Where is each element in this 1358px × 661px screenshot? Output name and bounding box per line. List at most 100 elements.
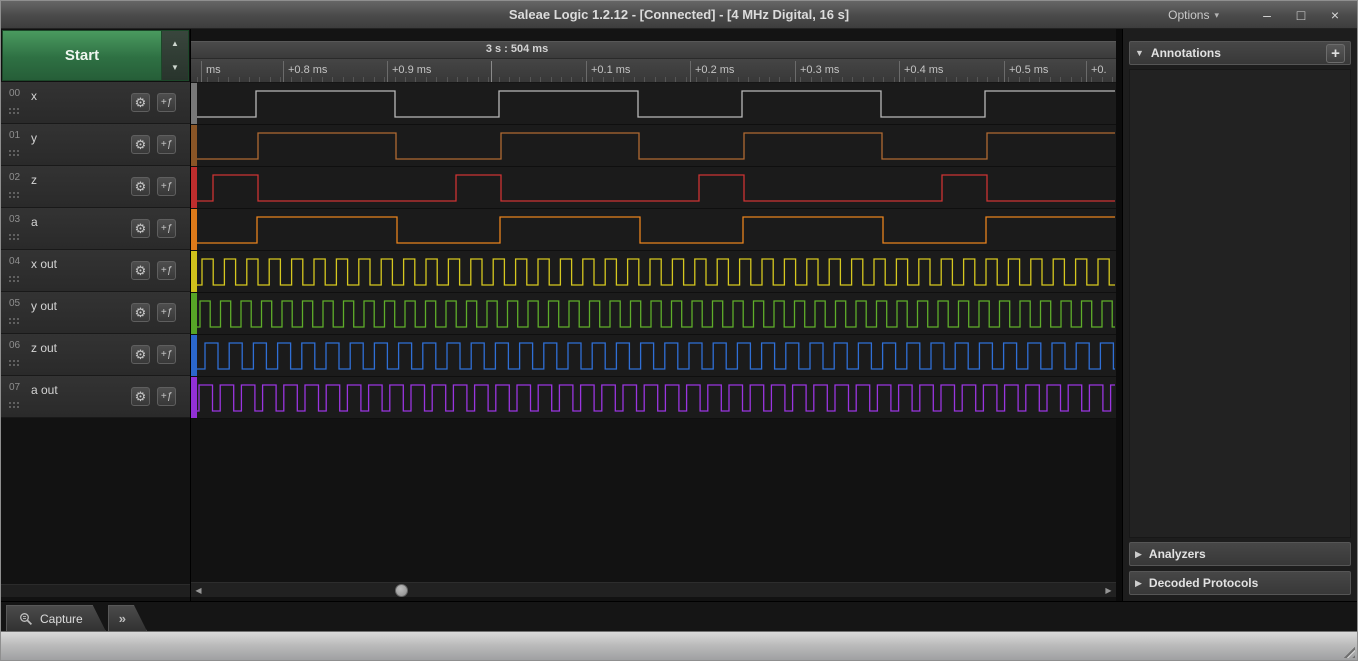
minor-tick xyxy=(675,77,677,82)
minor-tick xyxy=(342,77,344,82)
minor-tick xyxy=(893,77,895,82)
minor-tick xyxy=(1081,77,1082,82)
waveform-row[interactable] xyxy=(191,125,1116,167)
timeline-tick xyxy=(387,61,388,82)
resize-grip-icon[interactable] xyxy=(1341,644,1355,658)
channel-trigger-button[interactable]: +ƒ xyxy=(157,177,176,196)
minor-tick xyxy=(353,77,354,82)
minor-tick xyxy=(363,77,365,82)
channel-name: z out xyxy=(31,341,58,355)
channel-trigger-button[interactable]: +ƒ xyxy=(157,135,176,154)
minor-tick xyxy=(301,77,302,82)
waveform-area: 3 s : 504 ms ms +0.8 ms +0.9 ms +0.1 ms +0.2… xyxy=(191,29,1116,601)
horizontal-scrollbar[interactable]: ◀ ▶ xyxy=(191,582,1116,597)
capture-tab[interactable]: Capture xyxy=(6,605,106,631)
waveform-row[interactable] xyxy=(191,209,1116,251)
channel-settings-gear-button[interactable]: ⚙ xyxy=(131,177,150,196)
channel-trigger-button[interactable]: +ƒ xyxy=(157,261,176,280)
waveform-row[interactable] xyxy=(191,335,1116,377)
timeline-tick-label: +0.1 ms xyxy=(591,64,631,76)
channel-trigger-button[interactable]: +ƒ xyxy=(157,345,176,364)
capture-tab-label: Capture xyxy=(40,611,83,626)
channel-settings-gear-button[interactable]: ⚙ xyxy=(131,387,150,406)
scroll-right-button[interactable]: ▶ xyxy=(1101,583,1116,598)
channel-trigger-button[interactable]: +ƒ xyxy=(157,219,176,238)
minor-tick xyxy=(436,77,438,82)
channel-panel-scrollbar[interactable] xyxy=(1,584,190,597)
minor-tick xyxy=(758,77,760,82)
minor-tick xyxy=(810,77,812,82)
minimize-button[interactable]: – xyxy=(1255,5,1279,25)
scroll-left-button[interactable]: ◀ xyxy=(191,583,206,598)
minor-tick xyxy=(519,77,521,82)
waveform-row[interactable] xyxy=(191,251,1116,293)
minor-tick xyxy=(477,77,479,82)
channel-row[interactable]: 00 x ⚙ +ƒ xyxy=(1,82,190,124)
minor-tick xyxy=(571,77,573,82)
annotations-body xyxy=(1129,69,1351,538)
waveform-row[interactable] xyxy=(191,83,1116,125)
waveform-row[interactable] xyxy=(191,377,1116,419)
waveform-plot xyxy=(197,342,1115,370)
timeline-spacer xyxy=(191,29,1116,41)
channel-trigger-button[interactable]: +ƒ xyxy=(157,303,176,322)
waveform-plot xyxy=(197,300,1115,328)
minor-tick xyxy=(592,77,594,82)
timeline-ruler[interactable]: ms +0.8 ms +0.9 ms +0.1 ms +0.2 ms +0.3 ms +0.… xyxy=(191,59,1116,83)
channel-settings-gear-button[interactable]: ⚙ xyxy=(131,135,150,154)
minor-tick xyxy=(581,77,583,82)
channel-settings-gear-button[interactable]: ⚙ xyxy=(131,303,150,322)
minor-tick xyxy=(509,77,510,82)
channel-name: y xyxy=(31,131,37,145)
waveform-row[interactable] xyxy=(191,167,1116,209)
minor-tick xyxy=(602,77,604,82)
channel-row[interactable]: 04 x out ⚙ +ƒ xyxy=(1,250,190,292)
decoded-protocols-header[interactable]: ▶ Decoded Protocols xyxy=(1129,571,1351,595)
minor-tick xyxy=(956,77,958,82)
timeline-tick xyxy=(1004,61,1005,82)
timeline-absolute-bar[interactable]: 3 s : 504 ms xyxy=(191,41,1116,59)
channel-trigger-button[interactable]: +ƒ xyxy=(157,387,176,406)
channel-row[interactable]: 07 a out ⚙ +ƒ xyxy=(1,376,190,418)
channel-row[interactable]: 05 y out ⚙ +ƒ xyxy=(1,292,190,334)
channel-trigger-button[interactable]: +ƒ xyxy=(157,93,176,112)
channel-number: 01 xyxy=(9,130,21,141)
channel-settings-gear-button[interactable]: ⚙ xyxy=(131,261,150,280)
channel-connector-icon xyxy=(9,234,11,236)
channel-row[interactable]: 06 z out ⚙ +ƒ xyxy=(1,334,190,376)
channel-name: a xyxy=(31,215,38,229)
minor-tick xyxy=(904,77,906,82)
channel-settings-gear-button[interactable]: ⚙ xyxy=(131,93,150,112)
arrow-up-button[interactable]: ▲ xyxy=(162,31,188,56)
window-title: Saleae Logic 1.2.12 - [Connected] - [4 M… xyxy=(508,7,850,22)
channel-name: z xyxy=(31,173,37,187)
start-arrow-controls: ▲ ▼ xyxy=(162,30,189,81)
magnifier-icon xyxy=(19,612,33,626)
chevron-down-icon: ▾ xyxy=(1214,9,1219,20)
minor-tick xyxy=(925,77,926,82)
start-button[interactable]: Start xyxy=(2,30,162,81)
waveform-row[interactable] xyxy=(191,293,1116,335)
waveform-plot xyxy=(197,216,1115,244)
waveform-empty-area[interactable] xyxy=(191,419,1116,582)
titlebar-controls: Options ▾ – □ × xyxy=(1168,1,1347,29)
timeline-tick-label: +0. xyxy=(1091,64,1107,76)
analyzers-header[interactable]: ▶ Analyzers xyxy=(1129,542,1351,566)
channel-row[interactable]: 02 z ⚙ +ƒ xyxy=(1,166,190,208)
channel-settings-gear-button[interactable]: ⚙ xyxy=(131,219,150,238)
maximize-button[interactable]: □ xyxy=(1289,5,1313,25)
minor-tick xyxy=(197,77,198,82)
annotations-header[interactable]: ▼ Annotations + xyxy=(1129,41,1351,65)
minor-tick xyxy=(238,77,240,82)
close-button[interactable]: × xyxy=(1323,5,1347,25)
channel-settings-gear-button[interactable]: ⚙ xyxy=(131,345,150,364)
timeline-tick-label: +0.8 ms xyxy=(288,64,328,76)
channel-name: a out xyxy=(31,383,58,397)
channel-row[interactable]: 01 y ⚙ +ƒ xyxy=(1,124,190,166)
add-annotation-button[interactable]: + xyxy=(1326,43,1345,63)
arrow-down-button[interactable]: ▼ xyxy=(162,56,188,81)
options-menu[interactable]: Options ▾ xyxy=(1168,8,1219,22)
scrollbar-thumb[interactable] xyxy=(395,584,408,597)
channel-row[interactable]: 03 a ⚙ +ƒ xyxy=(1,208,190,250)
more-tabs-button[interactable]: » xyxy=(108,605,147,631)
